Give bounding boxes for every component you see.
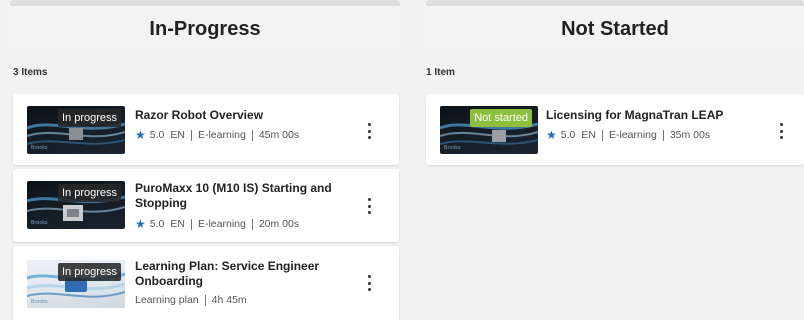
course-title[interactable]: PuroMaxx 10 (M10 IS) Starting and Stoppi… (135, 181, 355, 211)
star-icon: ★ (135, 217, 146, 231)
star-icon: ★ (135, 128, 146, 142)
course-card-razor-robot[interactable]: Brooks In progress Razor Robot Overview … (13, 94, 399, 165)
course-thumbnail: Brooks Not started (440, 106, 538, 154)
divider (601, 129, 603, 141)
language: EN (170, 129, 185, 141)
course-title[interactable]: Learning Plan: Service Engineer Onboardi… (135, 259, 355, 289)
course-type: E-learning (197, 218, 246, 230)
course-card-learning-plan[interactable]: Brooks In progress Learning Plan: Servic… (13, 246, 399, 320)
course-thumbnail: Brooks In progress (27, 181, 125, 229)
course-type: E-learning (608, 129, 657, 141)
not-started-header: Not Started (426, 0, 804, 50)
course-meta: ★ 5.0 EN E-learning 35m 00s (546, 128, 710, 142)
status-badge: Not started (470, 109, 532, 127)
status-badge: In progress (57, 263, 121, 281)
rating: 5.0 (149, 218, 165, 230)
divider (204, 294, 206, 306)
course-meta: ★ 5.0 EN E-learning 20m 00s (135, 217, 299, 231)
column-title: Not Started (561, 17, 669, 40)
course-title[interactable]: Razor Robot Overview (135, 108, 263, 123)
duration: 20m 00s (258, 218, 300, 230)
kebab-menu-icon[interactable] (776, 123, 786, 139)
language: EN (170, 218, 185, 230)
divider (190, 129, 192, 141)
status-badge: In progress (57, 184, 121, 202)
item-count: 3 Items (13, 67, 48, 78)
star-icon: ★ (546, 128, 557, 142)
kebab-menu-icon[interactable] (364, 123, 374, 139)
kebab-menu-icon[interactable] (364, 275, 374, 291)
item-count: 1 Item (426, 67, 455, 78)
divider (251, 129, 253, 141)
course-card-puromaxx[interactable]: Brooks In progress PuroMaxx 10 (M10 IS) … (13, 169, 399, 242)
course-type: Learning plan (135, 294, 199, 306)
course-meta: Learning plan 4h 45m (135, 294, 247, 306)
rating: 5.0 (560, 129, 576, 141)
course-thumbnail: Brooks In progress (27, 106, 125, 154)
in-progress-column: In-Progress 3 Items Brooks In progress R… (10, 0, 400, 320)
divider (190, 218, 192, 230)
course-type: E-learning (197, 129, 246, 141)
rating: 5.0 (149, 129, 165, 141)
not-started-column: Not Started 1 Item Brooks Not started Li… (426, 0, 804, 320)
course-meta: ★ 5.0 EN E-learning 45m 00s (135, 128, 299, 142)
in-progress-header: In-Progress (10, 0, 400, 50)
status-badge: In progress (57, 109, 121, 127)
language: EN (581, 129, 596, 141)
divider (251, 218, 253, 230)
duration: 45m 00s (258, 129, 300, 141)
divider (662, 129, 664, 141)
kebab-menu-icon[interactable] (364, 198, 374, 214)
course-thumbnail: Brooks In progress (27, 260, 125, 308)
column-title: In-Progress (149, 17, 261, 40)
duration: 4h 45m (211, 294, 247, 306)
course-card-magnatran[interactable]: Brooks Not started Licensing for MagnaTr… (426, 94, 804, 165)
duration: 35m 00s (669, 129, 711, 141)
course-title[interactable]: Licensing for MagnaTran LEAP (546, 108, 723, 123)
